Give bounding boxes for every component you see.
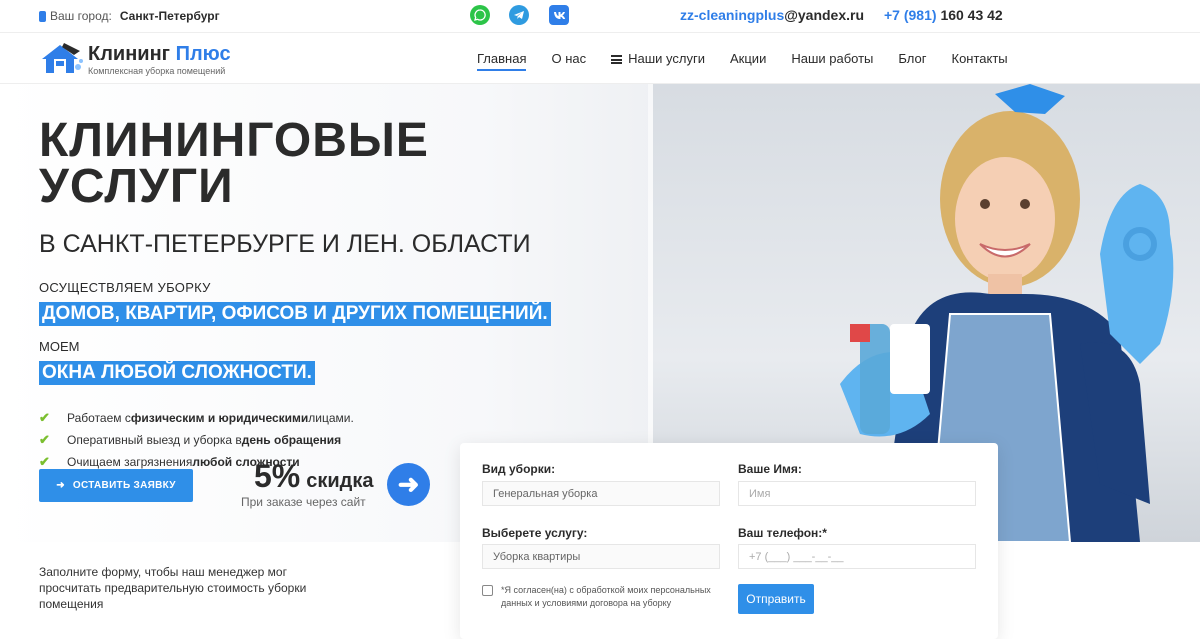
consent-text: *Я согласен(на) с обработкой моих персон… (501, 585, 711, 608)
discount-badge: 5% скидка (254, 458, 374, 494)
location-pin-icon (39, 10, 46, 22)
nav-item-about[interactable]: О нас (551, 51, 586, 71)
phone-label: Ваш телефон:* (738, 526, 827, 540)
leave-request-button[interactable]: ➜ ОСТАВИТЬ ЗАЯВКУ (39, 469, 193, 502)
whatsapp-icon[interactable] (470, 5, 490, 25)
site-logo[interactable]: Клининг Плюс Комплексная уборка помещени… (40, 41, 235, 79)
hero-highlight-premises: ДОМОВ, КВАРТИР, ОФИСОВ И ДРУГИХ ПОМЕЩЕНИ… (39, 302, 551, 326)
order-form: Вид уборки: Генеральная уборка Ваше Имя:… (460, 443, 998, 639)
city-value[interactable]: Санкт-Петербург (120, 9, 220, 23)
city-label: Ваш город: (50, 9, 112, 23)
hero-subtitle: В САНКТ-ПЕТЕРБУРГЕ И ЛЕН. ОБЛАСТИ (39, 230, 531, 258)
email-domain: @yandex.ru (784, 7, 865, 23)
cleaning-type-select[interactable]: Генеральная уборка (482, 481, 720, 506)
house-logo-icon (42, 43, 83, 73)
check-icon: ✔ (39, 454, 50, 469)
telegram-icon[interactable] (509, 5, 529, 25)
check-icon: ✔ (39, 410, 50, 425)
hero-highlight-windows: ОКНА ЛЮБОЙ СЛОЖНОСТИ. (39, 361, 315, 385)
arrow-right-icon: ➜ (56, 480, 65, 491)
service-label: Выберете услугу: (482, 526, 588, 540)
city-selector[interactable]: Ваш город: Санкт-Петербург (39, 9, 220, 23)
phone-code: +7 (981) (884, 7, 937, 23)
arrow-right-icon[interactable]: ➜ (387, 463, 430, 506)
hero-text-wash: МОЕМ (39, 339, 80, 354)
nav-item-home[interactable]: Главная (477, 51, 527, 71)
name-label: Ваше Имя: (738, 462, 802, 476)
nav-menu: Главная О нас Наши услуги Акции Наши раб… (477, 51, 1008, 71)
logo-subtitle: Комплексная уборка помещений (88, 66, 226, 76)
service-select[interactable]: Уборка квартиры (482, 544, 720, 569)
nav-item-contacts[interactable]: Контакты (952, 51, 1008, 71)
nav-item-blog[interactable]: Блог (898, 51, 926, 71)
submit-button[interactable]: Отправить (738, 584, 814, 614)
main-navbar: Клининг Плюс Комплексная уборка помещени… (0, 32, 1200, 84)
nav-item-promotions[interactable]: Акции (730, 51, 766, 71)
phone-input[interactable]: +7 (___) ___-__-__ (738, 544, 976, 569)
phone-link[interactable]: +7 (981) 160 43 42 (884, 7, 1003, 23)
hero-title: КЛИНИНГОВЫЕ УСЛУГИ (39, 114, 429, 213)
form-hint-text: Заполните форму, чтобы наш менеджер мог … (39, 565, 307, 611)
consent-checkbox-row: *Я согласен(на) с обработкой моих персон… (482, 584, 722, 610)
name-input[interactable]: Имя (738, 481, 976, 506)
consent-checkbox[interactable] (482, 585, 493, 596)
list-item: ✔ Работаем с физическим и юридическими ли… (39, 410, 354, 425)
top-bar: Ваш город: Санкт-Петербург zz-cleaningpl… (0, 0, 1200, 32)
email-link[interactable]: zz-cleaningplus@yandex.ru (680, 7, 864, 23)
nav-item-works[interactable]: Наши работы (791, 51, 873, 71)
nav-item-services[interactable]: Наши услуги (611, 51, 705, 71)
list-item: ✔ Оперативный выезд и уборка в день обращ… (39, 432, 342, 447)
check-icon: ✔ (39, 432, 50, 447)
vk-icon[interactable] (549, 5, 569, 25)
phone-number: 160 43 42 (940, 7, 1003, 23)
hero-text-cleaning: ОСУЩЕСТВЛЯЕМ УБОРКУ (39, 280, 211, 295)
email-user: zz-cleaningplus (680, 7, 785, 23)
discount-note: При заказе через сайт (241, 495, 366, 509)
cleaning-type-label: Вид уборки: (482, 462, 556, 476)
logo-title: Клининг Плюс (88, 43, 231, 65)
menu-burger-icon (611, 55, 623, 64)
